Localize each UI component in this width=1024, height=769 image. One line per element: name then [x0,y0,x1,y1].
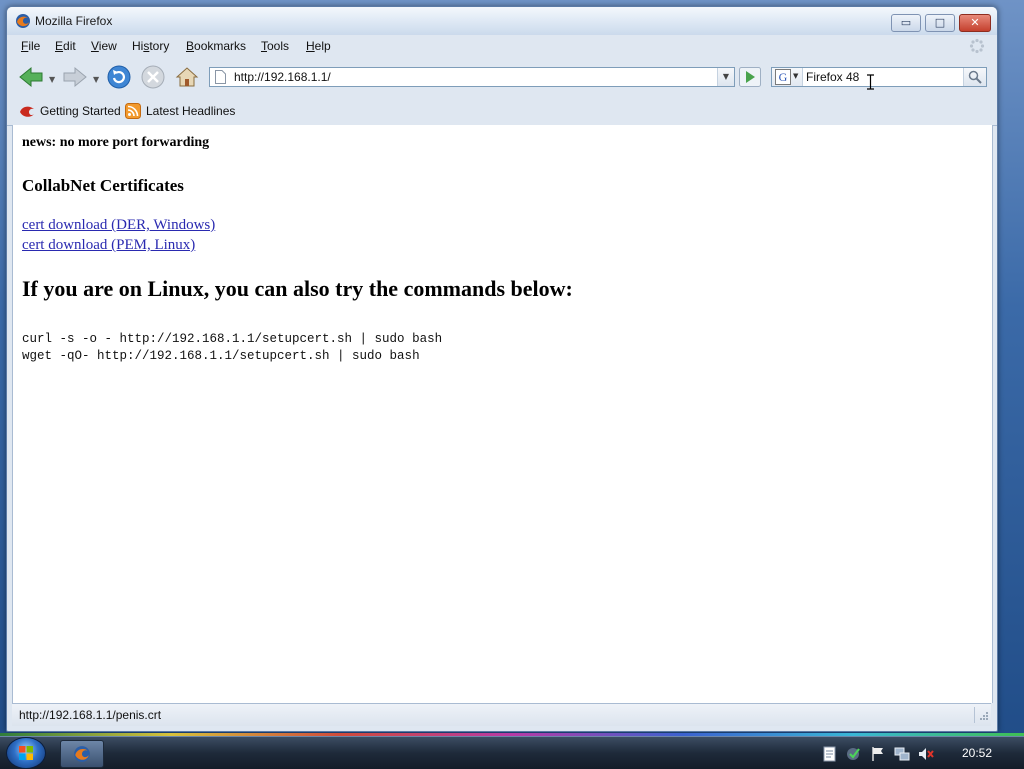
menu-history[interactable]: History [132,39,169,53]
volume-muted-tray-icon[interactable] [918,746,934,762]
page-content: news: no more port forwarding CollabNet … [12,125,993,703]
flag-tray-icon[interactable] [870,746,886,762]
resize-grip-icon[interactable] [978,710,988,720]
windows-logo-icon [19,746,33,760]
home-icon[interactable] [173,63,201,91]
close-icon: ✕ [970,16,980,29]
search-bar[interactable]: G ▼ [771,67,987,87]
search-engine-selector[interactable]: G ▼ [772,68,803,86]
rss-feed-icon [125,103,141,119]
maximize-button[interactable]: □ [925,14,955,32]
cert-download-pem-link[interactable]: cert download (PEM, Linux) [22,237,195,254]
status-bar: http://192.168.1.1/penis.crt [12,703,991,726]
forward-dropdown-icon[interactable]: ▼ [93,75,99,84]
document-tray-icon[interactable] [822,746,838,762]
status-separator [974,707,975,723]
menu-file[interactable]: File [21,39,40,53]
navigation-toolbar: ▼ ▼ http://192.168.1.1/ ▼ G ▼ Firefox 48 [7,57,997,97]
forward-icon[interactable] [61,63,89,91]
menu-tools[interactable]: Tools [261,39,289,53]
menu-bar: File Edit View History Bookmarks Tools H… [7,35,997,57]
taskbar-firefox-button[interactable] [60,740,104,768]
engine-dropdown-icon: ▼ [793,72,799,80]
magnifier-icon [968,70,982,84]
back-dropdown-icon[interactable]: ▼ [49,75,55,84]
title-bar[interactable]: Mozilla Firefox ▭ □ ✕ [7,7,997,35]
url-history-dropdown-icon[interactable]: ▼ [717,68,734,86]
stop-icon[interactable] [139,63,167,91]
page-icon [215,70,226,84]
url-bar[interactable]: http://192.168.1.1/ ▼ [209,67,735,87]
firefox-taskbar-icon [74,746,90,762]
browser-window: Mozilla Firefox ▭ □ ✕ File Edit View His… [6,6,998,732]
bookmark-getting-started[interactable]: Getting Started [40,104,121,118]
minimize-button[interactable]: ▭ [891,14,921,32]
network-tray-icon[interactable] [894,746,910,762]
cert-download-der-link[interactable]: cert download (DER, Windows) [22,217,215,234]
linux-commands-heading: If you are on Linux, you can also try th… [22,276,573,301]
menu-edit[interactable]: Edit [55,39,76,53]
menu-help[interactable]: Help [306,39,331,53]
menu-bookmarks[interactable]: Bookmarks [186,39,246,53]
minimize-icon: ▭ [900,16,912,29]
getting-started-icon [20,106,34,117]
window-title: Mozilla Firefox [35,14,113,28]
reload-icon[interactable] [105,63,133,91]
menu-view[interactable]: View [91,39,117,53]
throbber-icon [969,38,985,54]
maximize-icon: □ [934,16,946,29]
search-input[interactable] [804,68,964,86]
url-text[interactable]: http://192.168.1.1/ [234,70,331,84]
bookmarks-toolbar: Getting Started Latest Headlines [7,97,997,126]
certificates-heading: CollabNet Certificates [22,176,184,195]
search-button[interactable] [963,68,986,86]
close-button[interactable]: ✕ [959,14,991,32]
firefox-icon [16,14,30,28]
bookmark-latest-headlines[interactable]: Latest Headlines [146,104,235,118]
wget-command: wget -qO- http://192.168.1.1/setupcert.s… [22,349,420,363]
go-icon[interactable] [739,67,761,87]
news-text: news: no more port forwarding [22,135,210,150]
google-icon: G [775,69,791,85]
back-icon[interactable] [17,63,45,91]
status-text: http://192.168.1.1/penis.crt [19,708,162,722]
text-cursor-icon [867,74,874,90]
start-button[interactable] [6,737,46,769]
taskbar-clock: 20:52 [962,746,993,760]
curl-command: curl -s -o - http://192.168.1.1/setupcer… [22,332,443,346]
security-check-tray-icon[interactable] [846,746,862,762]
